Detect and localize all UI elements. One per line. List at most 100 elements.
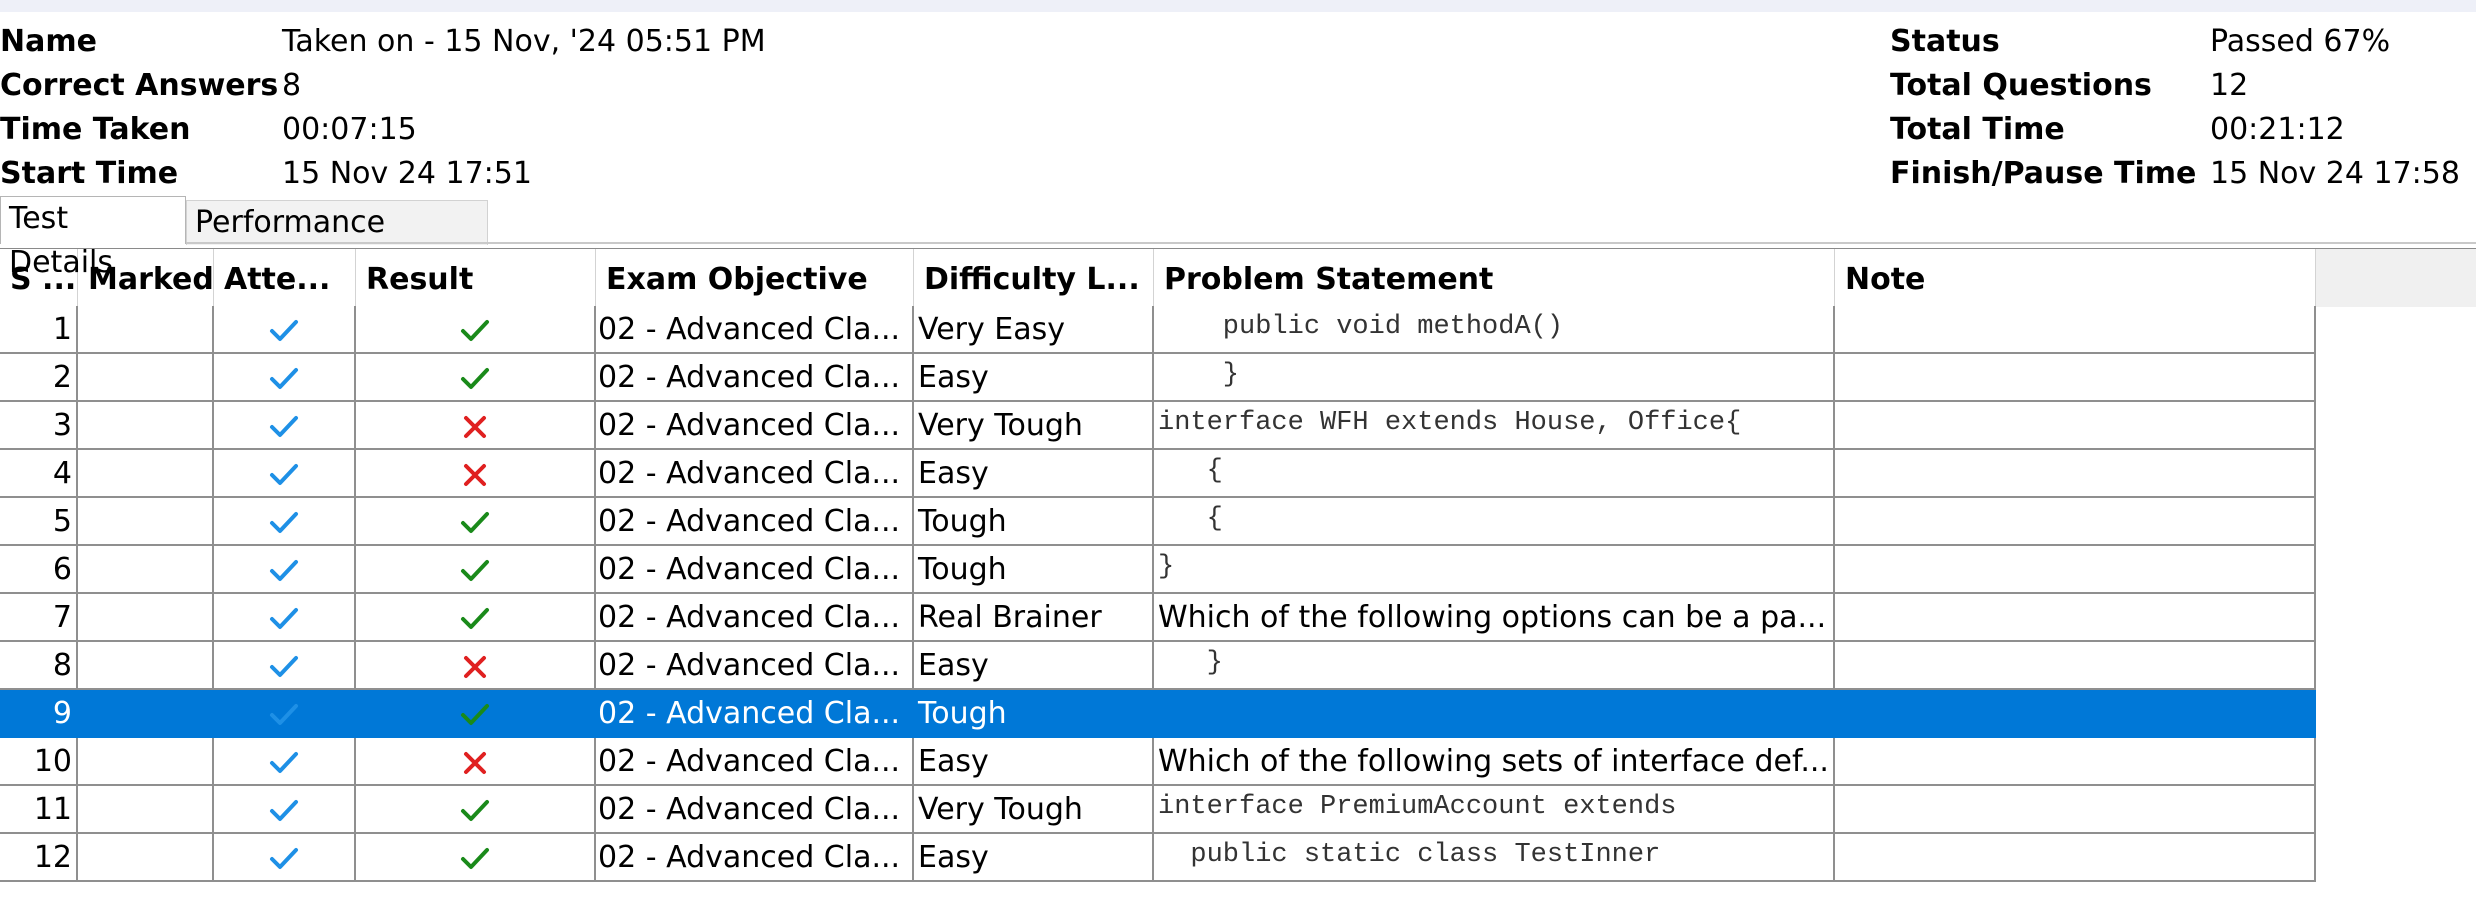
column-header-exam-objective[interactable]: Exam Objective xyxy=(596,249,914,307)
green-check-icon xyxy=(461,367,489,389)
table-row[interactable]: 3 02 - Advanced Cla... Very Tough interface… xyxy=(0,402,2316,450)
tab-test-details[interactable]: Test Details xyxy=(0,196,186,280)
column-header-attempted[interactable]: Atte... xyxy=(214,249,356,307)
table-row[interactable]: 6 02 - Advanced Cla... Tough} xyxy=(0,546,2316,594)
difficulty-cell: Very Tough xyxy=(914,402,1154,448)
serial-cell: 9 xyxy=(0,690,78,736)
result-cell xyxy=(356,306,596,352)
green-check-icon xyxy=(461,319,489,341)
difficulty-cell: Easy xyxy=(914,354,1154,400)
checkmark-icon xyxy=(270,703,298,725)
exam-objective-cell: 02 - Advanced Cla... xyxy=(596,594,914,640)
problem-statement-cell: } xyxy=(1154,354,1835,400)
difficulty-cell: Very Tough xyxy=(914,786,1154,832)
note-cell xyxy=(1835,738,2316,784)
result-cell xyxy=(356,594,596,640)
table-row[interactable]: 8 02 - Advanced Cla... Easy } xyxy=(0,642,2316,690)
attempted-cell xyxy=(214,402,356,448)
problem-statement-cell: { xyxy=(1154,450,1835,496)
checkmark-icon xyxy=(270,799,298,821)
summary-label: Total Time xyxy=(1890,112,2065,147)
exam-objective-cell: 02 - Advanced Cla... xyxy=(596,450,914,496)
checkmark-icon xyxy=(270,415,298,437)
summary-value: 00:07:15 xyxy=(282,112,417,147)
summary-row-total-time: Total Time 00:21:12 xyxy=(1890,108,2470,152)
table-row[interactable]: 10 02 - Advanced Cla... Easy Which of the f… xyxy=(0,738,2316,786)
problem-statement-cell: interface WFH extends House, Office{ xyxy=(1154,402,1835,448)
serial-cell: 6 xyxy=(0,546,78,592)
problem-statement-cell: { xyxy=(1154,498,1835,544)
note-cell xyxy=(1835,402,2316,448)
red-cross-icon xyxy=(464,415,486,438)
table-row[interactable]: 4 02 - Advanced Cla... Easy { xyxy=(0,450,2316,498)
note-cell xyxy=(1835,354,2316,400)
exam-objective-cell: 02 - Advanced Cla... xyxy=(596,354,914,400)
checkmark-icon xyxy=(270,319,298,341)
summary-label: Finish/Pause Time xyxy=(1890,156,2197,191)
summary-left: Name Taken on - 15 Nov, '24 05:51 PM Cor… xyxy=(0,20,1100,196)
table-row[interactable]: 1 02 - Advanced Cla... Very Easy public vo… xyxy=(0,306,2316,354)
summary-row-status: Status Passed 67% xyxy=(1890,20,2470,64)
problem-statement-cell: public static class TestInner xyxy=(1154,834,1835,880)
marked-cell xyxy=(78,354,214,400)
exam-objective-cell: 02 - Advanced Cla... xyxy=(596,642,914,688)
summary-value: 15 Nov 24 17:58 xyxy=(2210,156,2460,191)
result-cell xyxy=(356,642,596,688)
marked-cell xyxy=(78,546,214,592)
note-cell xyxy=(1835,594,2316,640)
serial-cell: 1 xyxy=(0,306,78,352)
tab-performance-report[interactable]: Performance Report xyxy=(186,200,488,284)
marked-cell xyxy=(78,306,214,352)
green-check-icon xyxy=(461,511,489,533)
column-header-problem-statement[interactable]: Problem Statement xyxy=(1154,249,1835,307)
summary-value: 12 xyxy=(2210,68,2249,103)
attempted-cell xyxy=(214,642,356,688)
marked-cell xyxy=(78,786,214,832)
checkmark-icon xyxy=(270,751,298,773)
table-row[interactable]: 7 02 - Advanced Cla... Real Brainer Which o… xyxy=(0,594,2316,642)
result-cell xyxy=(356,402,596,448)
checkmark-icon xyxy=(270,655,298,677)
marked-cell xyxy=(78,498,214,544)
note-cell xyxy=(1835,834,2316,880)
problem-statement-cell: Which of the following sets of interface… xyxy=(1154,738,1835,784)
table-row[interactable]: 11 02 - Advanced Cla... Very Tough interfac… xyxy=(0,786,2316,834)
exam-objective-cell: 02 - Advanced Cla... xyxy=(596,834,914,880)
attempted-cell xyxy=(214,738,356,784)
marked-cell xyxy=(78,642,214,688)
table-row[interactable]: 5 02 - Advanced Cla... Tough { xyxy=(0,498,2316,546)
column-header-difficulty[interactable]: Difficulty L... xyxy=(914,249,1154,307)
checkmark-icon xyxy=(270,367,298,389)
summary-row-correct-answers: Correct Answers 8 xyxy=(0,64,1100,108)
exam-objective-cell: 02 - Advanced Cla... xyxy=(596,546,914,592)
attempted-cell xyxy=(214,690,356,736)
checkmark-icon xyxy=(270,511,298,533)
attempted-cell xyxy=(214,306,356,352)
note-cell xyxy=(1835,306,2316,352)
problem-statement-cell: } xyxy=(1154,642,1835,688)
attempted-cell xyxy=(214,354,356,400)
checkmark-icon xyxy=(270,559,298,581)
result-cell xyxy=(356,786,596,832)
exam-objective-cell: 02 - Advanced Cla... xyxy=(596,738,914,784)
attempted-cell xyxy=(214,546,356,592)
green-check-icon xyxy=(461,847,489,869)
table-row[interactable]: 2 02 - Advanced Cla... Easy } xyxy=(0,354,2316,402)
result-cell xyxy=(356,738,596,784)
column-header-result[interactable]: Result xyxy=(356,249,596,307)
serial-cell: 2 xyxy=(0,354,78,400)
window-top-band xyxy=(0,0,2476,12)
problem-statement-cell xyxy=(1154,690,1835,736)
summary-label: Status xyxy=(1890,24,2000,59)
table-row[interactable]: 12 02 - Advanced Cla... Easy public static… xyxy=(0,834,2316,882)
summary-value: Passed 67% xyxy=(2210,24,2391,59)
column-header-note[interactable]: Note xyxy=(1835,249,2316,307)
difficulty-cell: Tough xyxy=(914,546,1154,592)
table-row[interactable]: 9 02 - Advanced Cla... Tough xyxy=(0,690,2316,738)
difficulty-cell: Real Brainer xyxy=(914,594,1154,640)
result-cell xyxy=(356,834,596,880)
summary-row-finish-time: Finish/Pause Time 15 Nov 24 17:58 xyxy=(1890,152,2470,196)
attempted-cell xyxy=(214,594,356,640)
checkmark-icon xyxy=(270,463,298,485)
attempted-cell xyxy=(214,450,356,496)
